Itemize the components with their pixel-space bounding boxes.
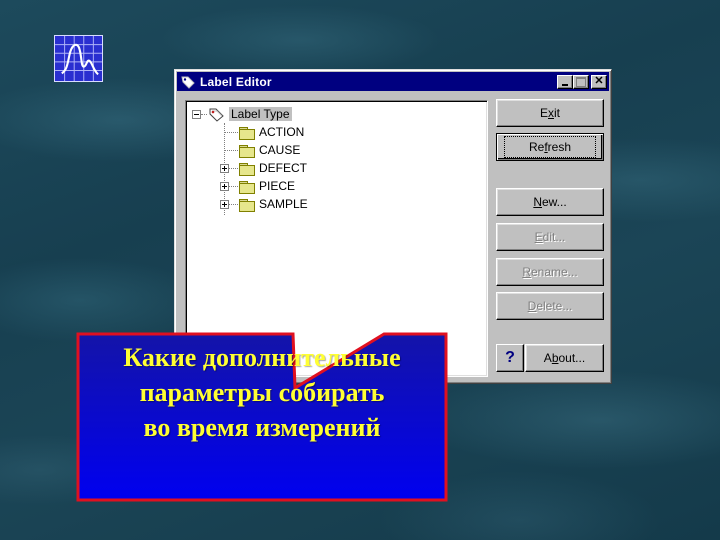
focus-rect: Refresh — [503, 136, 597, 158]
folder-icon — [238, 126, 255, 140]
tree-node-action[interactable]: ACTION — [224, 123, 304, 141]
folder-icon — [238, 144, 255, 158]
waveform-chart-icon — [54, 35, 103, 82]
title-bar[interactable]: Label Editor ✕ — [177, 72, 609, 91]
tree-root-label[interactable]: Label Type — [229, 107, 292, 121]
rename-button[interactable]: Rename... — [496, 258, 604, 286]
expand-toggle-icon[interactable] — [220, 181, 229, 191]
callout-box: Какие дополнительные параметры собирать … — [76, 332, 448, 502]
maximize-button[interactable] — [573, 74, 589, 89]
expand-toggle-icon[interactable] — [220, 199, 229, 209]
close-button[interactable]: ✕ — [591, 74, 607, 89]
tree-node-label[interactable]: CAUSE — [259, 143, 300, 157]
tree-node-label[interactable]: DEFECT — [259, 161, 307, 175]
tree-node-label[interactable]: PIECE — [259, 179, 295, 193]
callout-text: Какие дополнительные параметры собирать … — [76, 340, 448, 445]
callout-line: Какие дополнительные — [123, 343, 401, 372]
tree-node-sample[interactable]: SAMPLE — [220, 195, 308, 213]
tree-root-node[interactable]: Label Type — [192, 105, 292, 123]
tree-node-label[interactable]: ACTION — [259, 125, 304, 139]
callout-line: параметры собирать — [139, 378, 385, 407]
tree-node-defect[interactable]: DEFECT — [220, 159, 307, 177]
question-mark-icon: ? — [505, 349, 515, 366]
waveform-chart-graphic — [55, 36, 102, 81]
refresh-button[interactable]: Refresh — [496, 133, 604, 161]
exit-button[interactable]: Ex it — [496, 99, 604, 127]
tree-node-cause[interactable]: CAUSE — [224, 141, 300, 159]
collapse-toggle-icon[interactable] — [192, 109, 201, 119]
tree-node-label[interactable]: SAMPLE — [259, 197, 308, 211]
folder-icon — [238, 180, 255, 194]
label-tag-icon — [209, 108, 224, 122]
new-button[interactable]: New... — [496, 188, 604, 216]
folder-icon — [238, 198, 255, 212]
minimize-button[interactable] — [557, 74, 573, 89]
folder-icon — [238, 162, 255, 176]
close-icon: ✕ — [594, 75, 604, 87]
about-button[interactable]: Ab out... — [525, 344, 604, 372]
window-title: Label Editor — [200, 74, 272, 89]
expand-toggle-icon[interactable] — [220, 163, 229, 173]
label-tag-icon — [181, 76, 195, 89]
tree-node-piece[interactable]: PIECE — [220, 177, 295, 195]
delete-button[interactable]: Delete... — [496, 292, 604, 320]
callout-line: во время измерений — [143, 413, 381, 442]
edit-button[interactable]: Edit... — [496, 223, 604, 251]
help-button[interactable]: ? — [496, 344, 524, 372]
